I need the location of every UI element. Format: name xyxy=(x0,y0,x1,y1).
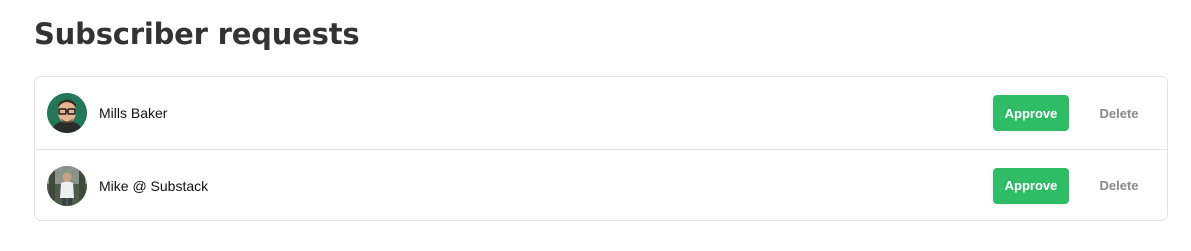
avatar xyxy=(47,93,87,133)
page-title: Subscriber requests xyxy=(34,17,360,51)
approve-button[interactable]: Approve xyxy=(993,95,1069,131)
request-row: Mills Baker Approve Delete xyxy=(35,77,1167,149)
avatar xyxy=(47,165,87,206)
subscriber-name: Mike @ Substack xyxy=(99,177,209,194)
avatar-image xyxy=(47,93,87,133)
approve-button[interactable]: Approve xyxy=(993,167,1069,204)
subscriber-requests-page: Subscriber requests Mills Baker Approve … xyxy=(0,0,1191,251)
avatar-image xyxy=(47,165,87,206)
delete-button[interactable]: Delete xyxy=(1091,95,1147,131)
subscriber-name: Mills Baker xyxy=(99,105,168,121)
delete-button[interactable]: Delete xyxy=(1091,168,1147,204)
request-list: Mills Baker Approve Delete Mike @ Substa xyxy=(34,76,1168,221)
request-row: Mike @ Substack Approve Delete xyxy=(35,149,1167,220)
